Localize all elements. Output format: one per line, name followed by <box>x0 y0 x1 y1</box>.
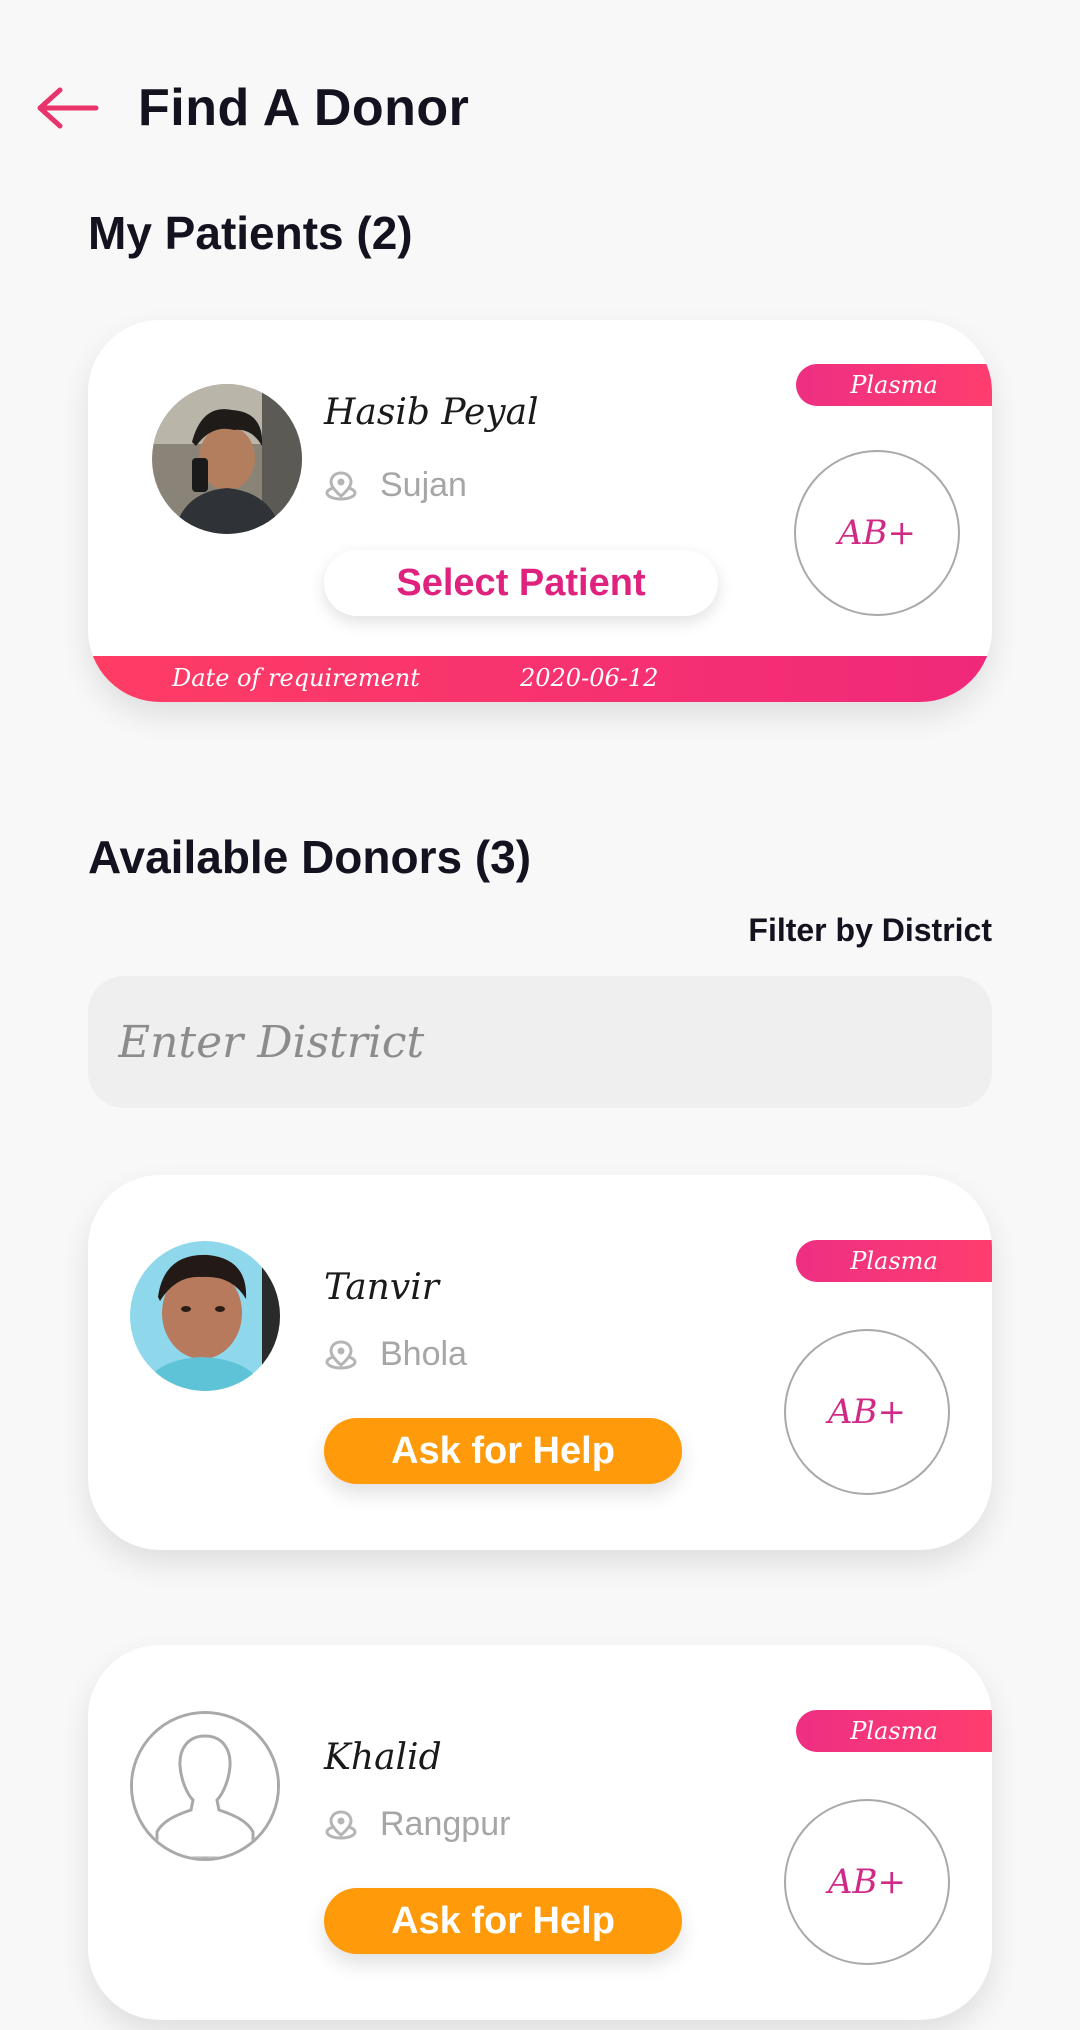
donor-avatar-placeholder <box>130 1711 280 1861</box>
requirement-label: Date of requirement <box>172 664 420 692</box>
select-patient-button[interactable]: Select Patient <box>324 550 718 616</box>
my-patients-heading: My Patients (2) <box>88 207 413 259</box>
plasma-badge: Plasma <box>796 1240 992 1282</box>
location-pin-icon <box>325 1339 357 1369</box>
donor-location: Rangpur <box>324 1805 510 1844</box>
requirement-date: 2020-06-12 <box>520 664 659 692</box>
patient-location-text: Sujan <box>380 466 467 504</box>
back-button[interactable] <box>34 78 104 138</box>
user-silhouette-icon <box>133 1714 277 1858</box>
donor-name: Tanvir <box>324 1267 439 1308</box>
available-donors-heading: Available Donors (3) <box>88 831 532 883</box>
donor-location-text: Rangpur <box>380 1805 511 1843</box>
page-title: Find A Donor <box>138 79 470 137</box>
filter-by-district-label: Filter by District <box>748 912 992 948</box>
patient-avatar <box>152 384 302 534</box>
donor-card: Tanvir Bhola Ask for Help Plasma AB+ <box>88 1175 992 1550</box>
district-input[interactable] <box>88 976 992 1108</box>
patient-card: Hasib Peyal Sujan Select Patient Plasma … <box>88 320 992 702</box>
patient-location: Sujan <box>324 466 467 505</box>
donor-avatar <box>130 1241 280 1391</box>
donor-location-text: Bhola <box>380 1335 467 1373</box>
location-pin-icon <box>325 1809 357 1839</box>
patient-name: Hasib Peyal <box>324 392 539 433</box>
ask-for-help-button[interactable]: Ask for Help <box>324 1418 682 1484</box>
plasma-badge: Plasma <box>796 1710 992 1752</box>
ask-for-help-button[interactable]: Ask for Help <box>324 1888 682 1954</box>
blood-group-circle: AB+ <box>784 1329 950 1495</box>
donor-location: Bhola <box>324 1335 467 1374</box>
donor-name: Khalid <box>324 1737 442 1778</box>
blood-group-circle: AB+ <box>794 450 960 616</box>
blood-group-circle: AB+ <box>784 1799 950 1965</box>
arrow-left-icon <box>37 87 99 129</box>
requirement-bar: Date of requirement 2020-06-12 <box>88 656 992 702</box>
plasma-badge: Plasma <box>796 364 992 406</box>
donor-card: Khalid Rangpur Ask for Help Plasma AB+ <box>88 1645 992 2020</box>
location-pin-icon <box>325 470 357 500</box>
